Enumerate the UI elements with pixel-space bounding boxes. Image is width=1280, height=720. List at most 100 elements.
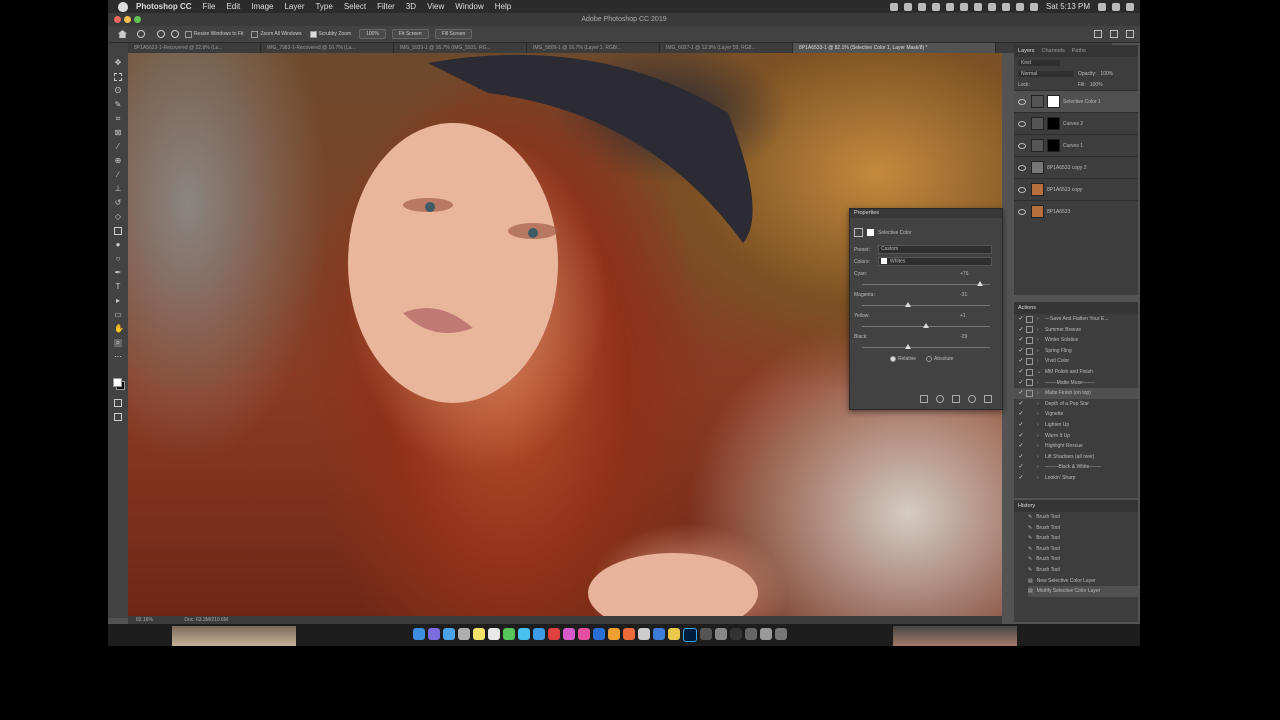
mask-icon[interactable] bbox=[867, 229, 874, 236]
tab-layers[interactable]: Layers bbox=[1018, 48, 1035, 54]
action-item[interactable]: ✓ › Lift Shadows (all over) bbox=[1014, 452, 1138, 463]
opacity-value[interactable]: 100% bbox=[1100, 71, 1113, 77]
action-item[interactable]: ✓ › Winter Solstice bbox=[1014, 335, 1138, 346]
doc-tab[interactable]: IMG_6027-1 @ 12.9% (Layer 59, RG8... bbox=[660, 43, 793, 53]
actions-title[interactable]: Actions bbox=[1018, 305, 1036, 311]
colors-select[interactable]: Whites bbox=[878, 257, 992, 266]
visibility-icon[interactable] bbox=[968, 395, 976, 403]
menu-layer[interactable]: Layer bbox=[284, 2, 304, 11]
dropbox-icon[interactable] bbox=[903, 2, 912, 11]
zoom-tool-icon[interactable]: ⌕ bbox=[114, 339, 122, 347]
history-state[interactable]: ✎ Brush Tool bbox=[1028, 523, 1138, 534]
move-tool-icon[interactable]: ✥ bbox=[114, 59, 122, 67]
action-item[interactable]: ✓ › -------Matte Muse------- bbox=[1014, 378, 1138, 389]
eraser-tool-icon[interactable]: ◇ bbox=[114, 213, 122, 221]
gradient-tool-icon[interactable] bbox=[114, 227, 122, 235]
minimize-icon[interactable] bbox=[124, 16, 131, 23]
action-item[interactable]: ✓ › Depth of a Pop Star bbox=[1014, 399, 1138, 410]
menu-help[interactable]: Help bbox=[495, 2, 511, 11]
lasso-tool-icon[interactable]: ʘ bbox=[114, 87, 122, 95]
action-item[interactable]: ✓ › ---Save And Flatten Your E... bbox=[1014, 314, 1138, 325]
zoom-level[interactable]: 82.16% bbox=[136, 617, 153, 623]
menu-app[interactable]: Photoshop CC bbox=[136, 2, 192, 11]
more-tools-icon[interactable]: ⋯ bbox=[114, 353, 122, 361]
app-icon[interactable] bbox=[608, 628, 620, 640]
layer-mask-thumb[interactable] bbox=[1047, 139, 1060, 152]
history-state[interactable]: ✎ Brush Tool bbox=[1028, 544, 1138, 555]
zoom-in-icon[interactable] bbox=[157, 30, 165, 38]
healing-brush-tool-icon[interactable]: ⊕ bbox=[114, 157, 122, 165]
resize-windows-checkbox[interactable]: Resize Windows to Fit bbox=[185, 30, 243, 38]
app-icon[interactable] bbox=[443, 628, 455, 640]
app-icon[interactable] bbox=[668, 628, 680, 640]
history-state[interactable]: ✎ Brush Tool bbox=[1028, 554, 1138, 565]
black-slider-knob[interactable] bbox=[905, 344, 912, 349]
app-icon[interactable] bbox=[715, 628, 727, 640]
action-item[interactable]: ✓ › Lighten Up bbox=[1014, 420, 1138, 431]
magenta-value[interactable]: -31 bbox=[960, 292, 967, 298]
doc-tab[interactable]: IMG_5809-1 @ 16.7% (Layer 1, RG8/... bbox=[527, 43, 660, 53]
eye-icon[interactable] bbox=[1018, 142, 1026, 149]
menu-3d[interactable]: 3D bbox=[406, 2, 416, 11]
desktop-thumbnail[interactable] bbox=[172, 626, 296, 646]
battery-icon[interactable] bbox=[1015, 2, 1024, 11]
magenta-slider-knob[interactable] bbox=[905, 302, 912, 307]
history-state[interactable]: ✎ Brush Tool bbox=[1028, 512, 1138, 523]
foreground-color-swatch[interactable] bbox=[113, 378, 122, 387]
messages-icon[interactable] bbox=[503, 628, 515, 640]
blend-mode-select[interactable]: Normal bbox=[1018, 70, 1074, 77]
menu-filter[interactable]: Filter bbox=[377, 2, 395, 11]
eye-icon[interactable] bbox=[1018, 186, 1026, 193]
quick-select-tool-icon[interactable]: ✎ bbox=[114, 101, 122, 109]
app-icon[interactable] bbox=[700, 628, 712, 640]
view-previous-icon[interactable] bbox=[936, 395, 944, 403]
layer-mask-thumb[interactable] bbox=[1047, 95, 1060, 108]
magenta-slider[interactable] bbox=[862, 302, 990, 307]
desktop-thumbnail[interactable] bbox=[893, 626, 1017, 646]
menu-view[interactable]: View bbox=[427, 2, 444, 11]
action-item-selected[interactable]: ✓ › Matte Finish (on top) bbox=[1014, 388, 1138, 399]
status-icon[interactable] bbox=[889, 2, 898, 11]
type-tool-icon[interactable]: T bbox=[114, 283, 122, 291]
layer-row[interactable]: Curves 2 bbox=[1014, 112, 1138, 134]
app-icon[interactable] bbox=[488, 628, 500, 640]
maximize-icon[interactable] bbox=[134, 16, 141, 23]
close-icon[interactable] bbox=[114, 16, 121, 23]
apple-icon[interactable] bbox=[118, 1, 128, 12]
app-icon[interactable] bbox=[533, 628, 545, 640]
doc-tab[interactable]: 8P1A5622-1-Recovered @ 22.9% (La... bbox=[128, 43, 261, 53]
menu-select[interactable]: Select bbox=[344, 2, 366, 11]
cyan-value[interactable]: +76 bbox=[960, 271, 968, 277]
history-title[interactable]: History bbox=[1018, 503, 1035, 509]
layer-row[interactable]: 8P1A6533 copy bbox=[1014, 178, 1138, 200]
action-item[interactable]: ✓ › Warm It Up bbox=[1014, 431, 1138, 442]
eye-icon[interactable] bbox=[1018, 208, 1026, 215]
screen-mode-icon[interactable] bbox=[114, 413, 122, 421]
app-icon[interactable] bbox=[745, 628, 757, 640]
eye-icon[interactable] bbox=[1018, 98, 1026, 105]
status-icon[interactable] bbox=[945, 2, 954, 11]
action-item[interactable]: ✓ › --------Black & White------- bbox=[1014, 462, 1138, 473]
action-item[interactable]: ✓ › Vignette bbox=[1014, 409, 1138, 420]
photoshop-icon[interactable] bbox=[683, 628, 697, 642]
yellow-slider[interactable] bbox=[862, 323, 990, 328]
home-icon[interactable] bbox=[118, 30, 127, 38]
eye-icon[interactable] bbox=[1018, 164, 1026, 171]
app-icon[interactable] bbox=[638, 628, 650, 640]
menu-file[interactable]: File bbox=[203, 2, 216, 11]
cyan-slider-knob[interactable] bbox=[976, 281, 983, 286]
app-icon[interactable] bbox=[548, 628, 560, 640]
volume-icon[interactable] bbox=[1001, 2, 1010, 11]
doc-tab-active[interactable]: 8P1A6533-1 @ 82.1% (Selective Color 1, L… bbox=[793, 43, 996, 53]
trash-icon[interactable] bbox=[984, 395, 992, 403]
frame-tool-icon[interactable]: ⊠ bbox=[114, 129, 122, 137]
fill-screen-button[interactable]: Fill Screen bbox=[434, 29, 473, 39]
tab-paths[interactable]: Paths bbox=[1072, 48, 1086, 54]
app-icon[interactable] bbox=[593, 628, 605, 640]
share-icon[interactable] bbox=[1126, 30, 1134, 38]
history-state-current[interactable]: ▤ Modify Selective Color Layer bbox=[1028, 586, 1138, 597]
menu-type[interactable]: Type bbox=[315, 2, 332, 11]
action-item[interactable]: ✓ › Spring Fling bbox=[1014, 346, 1138, 357]
dodge-tool-icon[interactable]: ○ bbox=[114, 255, 122, 263]
menu-window[interactable]: Window bbox=[455, 2, 483, 11]
